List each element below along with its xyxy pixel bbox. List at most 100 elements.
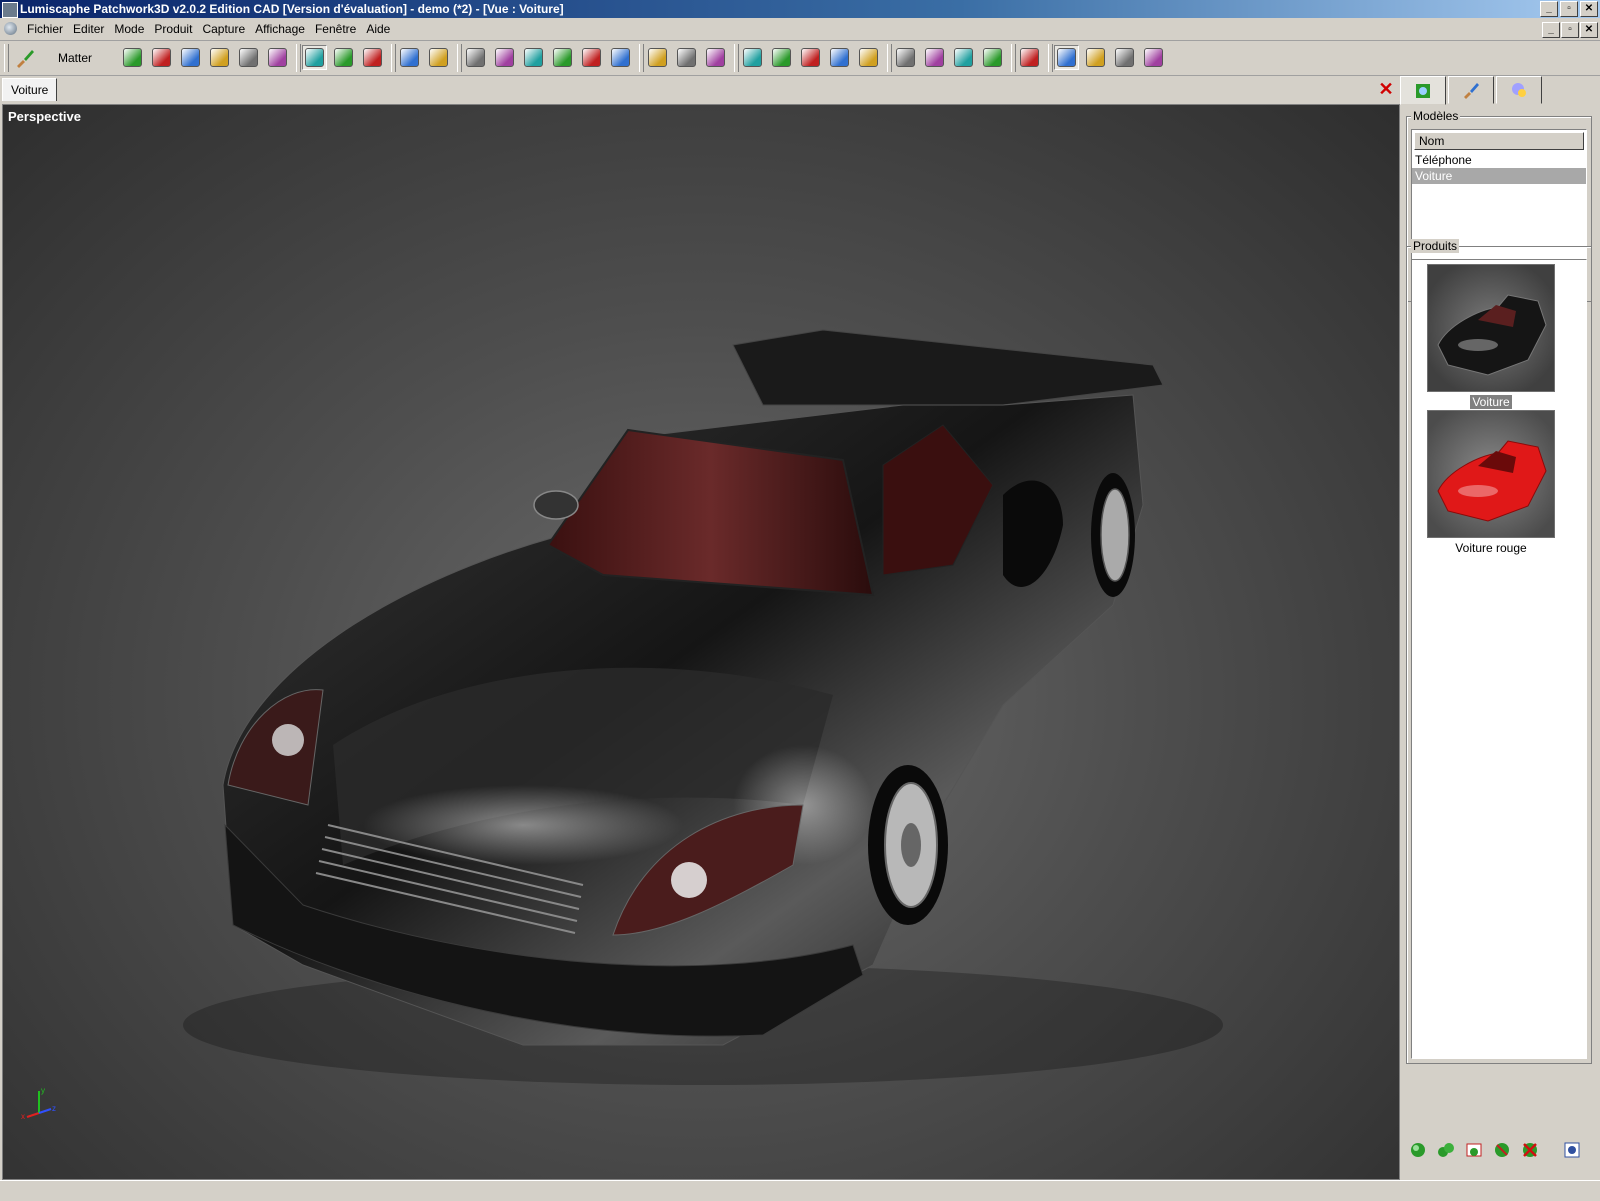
refresh-product-icon[interactable] <box>1490 1138 1514 1162</box>
fly-icon[interactable] <box>521 45 546 70</box>
toolbar-separator <box>1011 44 1016 72</box>
help-icon[interactable] <box>1141 45 1166 70</box>
axis-x-label: x <box>21 1112 25 1121</box>
add-material-icon[interactable] <box>331 45 356 70</box>
toolbar-separator <box>734 44 739 72</box>
mdi-close-button[interactable]: ✕ <box>1580 22 1598 38</box>
save-all-icon[interactable] <box>207 45 232 70</box>
menu-capture[interactable]: Capture <box>197 22 250 36</box>
walk-icon[interactable] <box>550 45 575 70</box>
toolbar-separator <box>1048 44 1053 72</box>
layers-icon[interactable] <box>397 45 422 70</box>
toolbar-separator <box>457 44 462 72</box>
minimize-button[interactable]: _ <box>1540 1 1558 17</box>
rotate-left-icon[interactable] <box>579 45 604 70</box>
menu-affichage[interactable]: Affichage <box>250 22 310 36</box>
product-thumbnail-voiture[interactable] <box>1427 264 1555 392</box>
light-icon[interactable] <box>798 45 823 70</box>
mdi-restore-button[interactable]: ▫ <box>1561 22 1579 38</box>
menu-editer[interactable]: Editer <box>68 22 109 36</box>
tab-voiture[interactable]: Voiture <box>2 78 58 101</box>
save-icon[interactable] <box>178 45 203 70</box>
select-arrow-icon[interactable] <box>302 45 327 70</box>
tools-icon[interactable] <box>951 45 976 70</box>
orbit-icon[interactable] <box>492 45 517 70</box>
delete-red-icon[interactable] <box>740 45 765 70</box>
open-icon[interactable] <box>149 45 174 70</box>
menu-produit[interactable]: Produit <box>149 22 197 36</box>
products-group-title: Produits <box>1411 239 1460 253</box>
menu-mode[interactable]: Mode <box>109 22 149 36</box>
products-action-bar <box>1406 1138 1584 1162</box>
snapshot-icon[interactable] <box>674 45 699 70</box>
toolbar-separator <box>391 44 396 72</box>
product-label-voiture-rouge: Voiture rouge <box>1455 541 1527 555</box>
link-product-icon[interactable] <box>1434 1138 1458 1162</box>
link-icon[interactable] <box>645 45 670 70</box>
cut-red-icon[interactable] <box>769 45 794 70</box>
lights-tab[interactable] <box>1496 76 1542 104</box>
mdi-minimize-button[interactable]: _ <box>1542 22 1560 38</box>
toolbar-grip[interactable] <box>4 44 9 72</box>
maximize-button[interactable]: ▫ <box>1560 1 1578 17</box>
edit-render-icon[interactable] <box>893 45 918 70</box>
paintbrush-icon[interactable] <box>12 45 37 70</box>
products-group: Produits Voiture Voiture rouge <box>1406 239 1592 1064</box>
products-list[interactable]: Voiture Voiture rouge <box>1411 259 1587 1059</box>
lights-tab-icon <box>1512 83 1526 97</box>
app-icon[interactable] <box>2 2 18 18</box>
layout-single-icon[interactable] <box>1054 45 1079 70</box>
toolbar-separator <box>887 44 892 72</box>
models-group-title: Modèles <box>1411 109 1461 123</box>
product-thumbnail-voiture-rouge[interactable] <box>1427 410 1555 538</box>
delete-product-icon[interactable] <box>1518 1138 1542 1162</box>
layout-quad-icon[interactable] <box>1112 45 1137 70</box>
toolbar-separator <box>639 44 644 72</box>
perspective-viewport[interactable]: Perspective x y z <box>2 104 1400 1180</box>
mode-label: Matter <box>58 51 93 65</box>
document-menu-icon[interactable] <box>4 22 17 35</box>
sphere-icon[interactable] <box>265 45 290 70</box>
menu-fenetre[interactable]: Fenêtre <box>310 22 361 36</box>
close-document-button[interactable]: ✕ <box>1376 79 1396 99</box>
window-title: Lumiscaphe Patchwork3D v2.0.2 Edition CA… <box>20 2 564 16</box>
snapshot-product-icon[interactable] <box>1462 1138 1486 1162</box>
model-row-voiture[interactable]: Voiture <box>1412 168 1586 184</box>
menu-fichier[interactable]: Fichier <box>22 22 68 36</box>
settings-product-icon[interactable] <box>1560 1138 1584 1162</box>
product-item-voiture[interactable]: Voiture <box>1426 264 1556 409</box>
axis-gizmo: x y z <box>21 1086 56 1121</box>
model-row-telephone[interactable]: Téléphone <box>1412 152 1586 168</box>
axis-y-label: y <box>41 1086 45 1095</box>
product-item-voiture-rouge[interactable]: Voiture rouge <box>1426 410 1556 555</box>
close-icon: ✕ <box>1378 78 1394 99</box>
document-tab-bar: Voiture ✕ <box>0 76 1398 102</box>
camera-icon[interactable] <box>980 45 1005 70</box>
status-bar <box>0 1180 1600 1201</box>
render-settings-icon[interactable] <box>922 45 947 70</box>
close-button[interactable]: ✕ <box>1580 1 1598 17</box>
menu-aide[interactable]: Aide <box>361 22 395 36</box>
pin-icon[interactable] <box>236 45 261 70</box>
toolbar-separator <box>296 44 301 72</box>
render-icon[interactable] <box>703 45 728 70</box>
window-icon[interactable] <box>1017 45 1042 70</box>
replace-material-icon[interactable] <box>360 45 385 70</box>
grid-icon[interactable] <box>856 45 881 70</box>
materials-tab[interactable] <box>1448 76 1494 104</box>
new-icon[interactable] <box>120 45 145 70</box>
rotate-right-icon[interactable] <box>608 45 633 70</box>
models-tab-icon <box>1416 83 1430 98</box>
layout-double-icon[interactable] <box>1083 45 1108 70</box>
right-panel: Modèles Nom Téléphone Voiture Produits V… <box>1400 76 1600 1178</box>
zoom-fit-icon[interactable] <box>827 45 852 70</box>
add-product-icon[interactable] <box>1406 1138 1430 1162</box>
car-render <box>183 329 1223 1085</box>
product-label-voiture: Voiture <box>1470 395 1512 409</box>
models-list-header[interactable]: Nom <box>1414 132 1584 150</box>
pan-hand-icon[interactable] <box>463 45 488 70</box>
materials-tab-icon <box>1464 83 1479 99</box>
title-bar: Lumiscaphe Patchwork3D v2.0.2 Edition CA… <box>0 0 1600 18</box>
models-tab[interactable] <box>1400 76 1446 105</box>
zoom-icon[interactable] <box>426 45 451 70</box>
